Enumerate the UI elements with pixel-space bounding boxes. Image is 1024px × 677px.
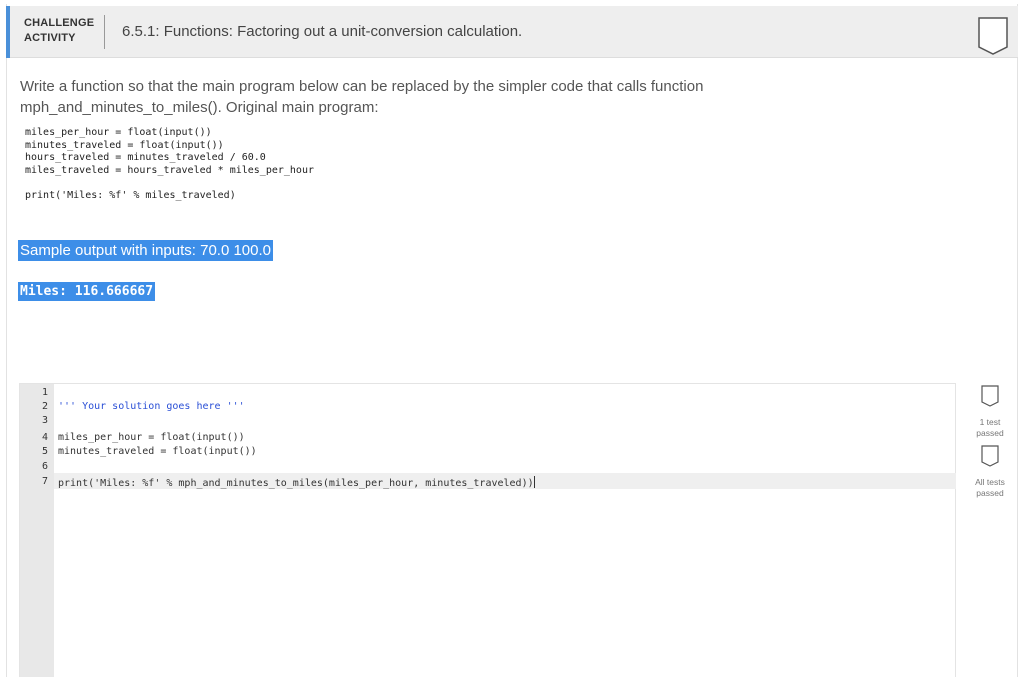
editor-line-text[interactable]: print('Miles: %f' % mph_and_minutes_to_m…: [58, 478, 534, 489]
sample-output-label: Sample output with inputs: 70.0 100.0: [18, 240, 274, 261]
code-line: miles_per_hour = float(input()): [25, 127, 212, 138]
line-number: 2: [41, 401, 48, 412]
completion-badge-icon: [978, 17, 1008, 55]
all-tests-status: All tests passed: [966, 445, 1014, 499]
all-tests-badge-icon: [981, 445, 999, 467]
header-divider: [104, 15, 105, 49]
editor-line[interactable]: ''' Your solution goes here ''': [58, 401, 245, 412]
all-tests-label: All tests passed: [975, 477, 1005, 498]
text-cursor: [533, 476, 535, 488]
original-program-code: miles_per_hour = float(input()) minutes_…: [25, 127, 314, 202]
line-number: 5: [41, 446, 48, 457]
line-number: 1: [41, 387, 48, 398]
one-test-label: 1 test passed: [976, 417, 1004, 438]
activity-type-line1: CHALLENGE: [24, 17, 95, 29]
editor-line[interactable]: print('Miles: %f' % mph_and_minutes_to_m…: [58, 476, 535, 489]
header-accent-bar: [6, 6, 10, 58]
code-line: miles_traveled = hours_traveled * miles_…: [25, 164, 314, 176]
activity-title: 6.5.1: Functions: Factoring out a unit-c…: [122, 23, 523, 40]
activity-header: CHALLENGE ACTIVITY 6.5.1: Functions: Fac…: [6, 6, 1018, 58]
one-test-badge-icon: [981, 385, 999, 407]
activity-type-line2: ACTIVITY: [24, 32, 76, 44]
editor-line[interactable]: minutes_traveled = float(input()): [58, 446, 257, 457]
code-line: hours_traveled = minutes_traveled / 60.0: [25, 152, 266, 163]
code-editor[interactable]: 1 2 3 4 5 6 7 ''' Your solution goes her…: [19, 383, 956, 677]
instructions-text: Write a function so that the main progra…: [20, 78, 704, 116]
code-line: minutes_traveled = float(input()): [25, 139, 224, 151]
sample-output-value: Miles: 116.666667: [18, 282, 156, 301]
line-number: 6: [41, 461, 48, 472]
editor-line[interactable]: miles_per_hour = float(input()): [58, 432, 245, 443]
line-number: 4: [41, 432, 48, 443]
one-test-status: 1 test passed: [966, 385, 1014, 439]
activity-type-label: CHALLENGE ACTIVITY: [24, 16, 94, 46]
line-number-gutter: 1 2 3 4 5 6 7: [20, 384, 54, 677]
line-number: 7: [41, 476, 48, 487]
code-line: print('Miles: %f' % miles_traveled): [25, 189, 236, 201]
line-number: 3: [41, 415, 48, 426]
